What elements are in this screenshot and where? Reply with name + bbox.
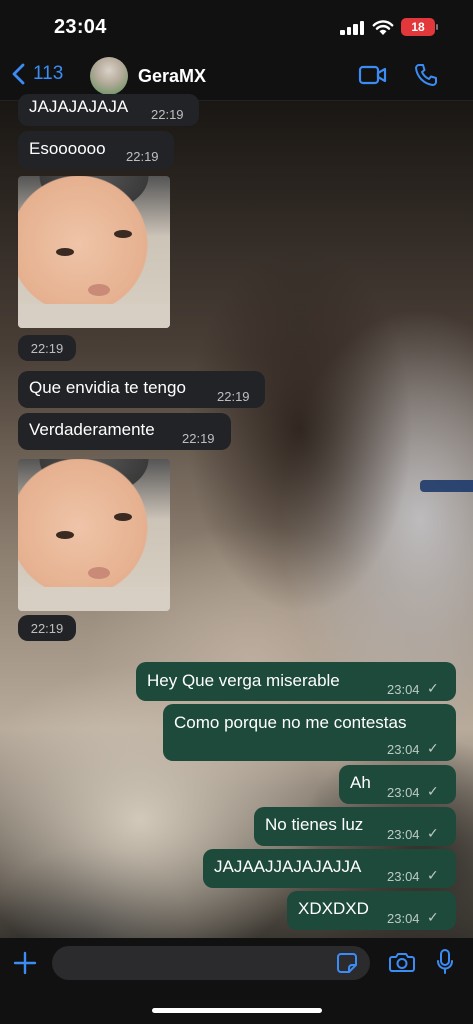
incoming-message[interactable]: Que envidia te tengo 22:19	[18, 371, 265, 408]
message-text: Como porque no me contestas	[174, 713, 407, 732]
chevron-left-icon	[12, 63, 25, 85]
outgoing-message[interactable]: Como porque no me contestas 23:04 ✓	[163, 704, 456, 761]
home-indicator	[152, 1008, 322, 1013]
message-text: JAJAAJJAJAJAJJA	[214, 857, 362, 876]
message-time: 23:04	[387, 742, 420, 757]
message-composer	[0, 938, 473, 1024]
image-message[interactable]	[18, 176, 170, 328]
message-text: Verdaderamente	[29, 420, 155, 439]
message-time: 23:04	[387, 785, 420, 800]
message-text: XDXDXD	[298, 899, 369, 918]
message-text: Que envidia te tengo	[29, 378, 186, 397]
message-input[interactable]	[52, 946, 370, 980]
baby-photo	[18, 176, 170, 328]
outgoing-message[interactable]: JAJAAJJAJAJAJJA 23:04 ✓	[203, 849, 456, 888]
message-time: 22:19	[151, 107, 184, 122]
message-text: JAJAJAJAJA	[29, 97, 129, 116]
image-time: 22:19	[18, 615, 76, 641]
battery-indicator: 18	[401, 18, 435, 36]
checkmark-icon: ✓	[427, 740, 439, 756]
image-message[interactable]	[18, 459, 170, 611]
checkmark-icon: ✓	[427, 909, 439, 925]
plus-icon[interactable]	[13, 951, 37, 975]
incoming-message[interactable]: Verdaderamente 22:19	[18, 413, 231, 450]
back-unread-count: 113	[33, 63, 64, 84]
incoming-message[interactable]: JAJAJAJAJA 22:19	[18, 94, 199, 126]
outgoing-message[interactable]: Ah 23:04 ✓	[339, 765, 456, 804]
back-button[interactable]: 113	[12, 63, 63, 85]
message-text: No tienes luz	[265, 815, 364, 834]
avatar[interactable]	[90, 57, 128, 95]
message-time: 23:04	[387, 827, 420, 842]
checkmark-icon: ✓	[427, 825, 439, 841]
message-time: 23:04	[387, 869, 420, 884]
message-text: Ah	[350, 773, 371, 792]
checkmark-icon: ✓	[427, 680, 439, 696]
status-bar: 23:04 18	[0, 0, 473, 55]
sticker-icon[interactable]	[336, 952, 358, 974]
status-time: 23:04	[54, 16, 107, 38]
message-text: Esoooooo	[29, 139, 106, 158]
contact-name[interactable]: GeraMX	[138, 66, 206, 87]
message-time: 22:19	[182, 431, 215, 446]
outgoing-message[interactable]: XDXDXD 23:04 ✓	[287, 891, 456, 930]
message-text: Hey Que verga miserable	[147, 671, 340, 690]
checkmark-icon: ✓	[427, 867, 439, 883]
message-time: 22:19	[126, 149, 159, 164]
baby-photo	[18, 459, 170, 611]
incoming-message[interactable]: Esoooooo 22:19	[18, 131, 174, 169]
outgoing-message[interactable]: Hey Que verga miserable 23:04 ✓	[136, 662, 456, 701]
checkmark-icon: ✓	[427, 783, 439, 799]
wifi-icon	[372, 20, 394, 35]
message-time: 23:04	[387, 682, 420, 697]
microphone-icon[interactable]	[436, 948, 454, 976]
phone-icon[interactable]	[414, 63, 438, 87]
signal-icon	[340, 21, 366, 35]
video-camera-icon[interactable]	[358, 64, 388, 86]
image-time: 22:19	[18, 335, 76, 361]
outgoing-message[interactable]: No tienes luz 23:04 ✓	[254, 807, 456, 846]
camera-icon[interactable]	[389, 951, 415, 973]
message-time: 23:04	[387, 911, 420, 926]
message-time: 22:19	[217, 389, 250, 404]
